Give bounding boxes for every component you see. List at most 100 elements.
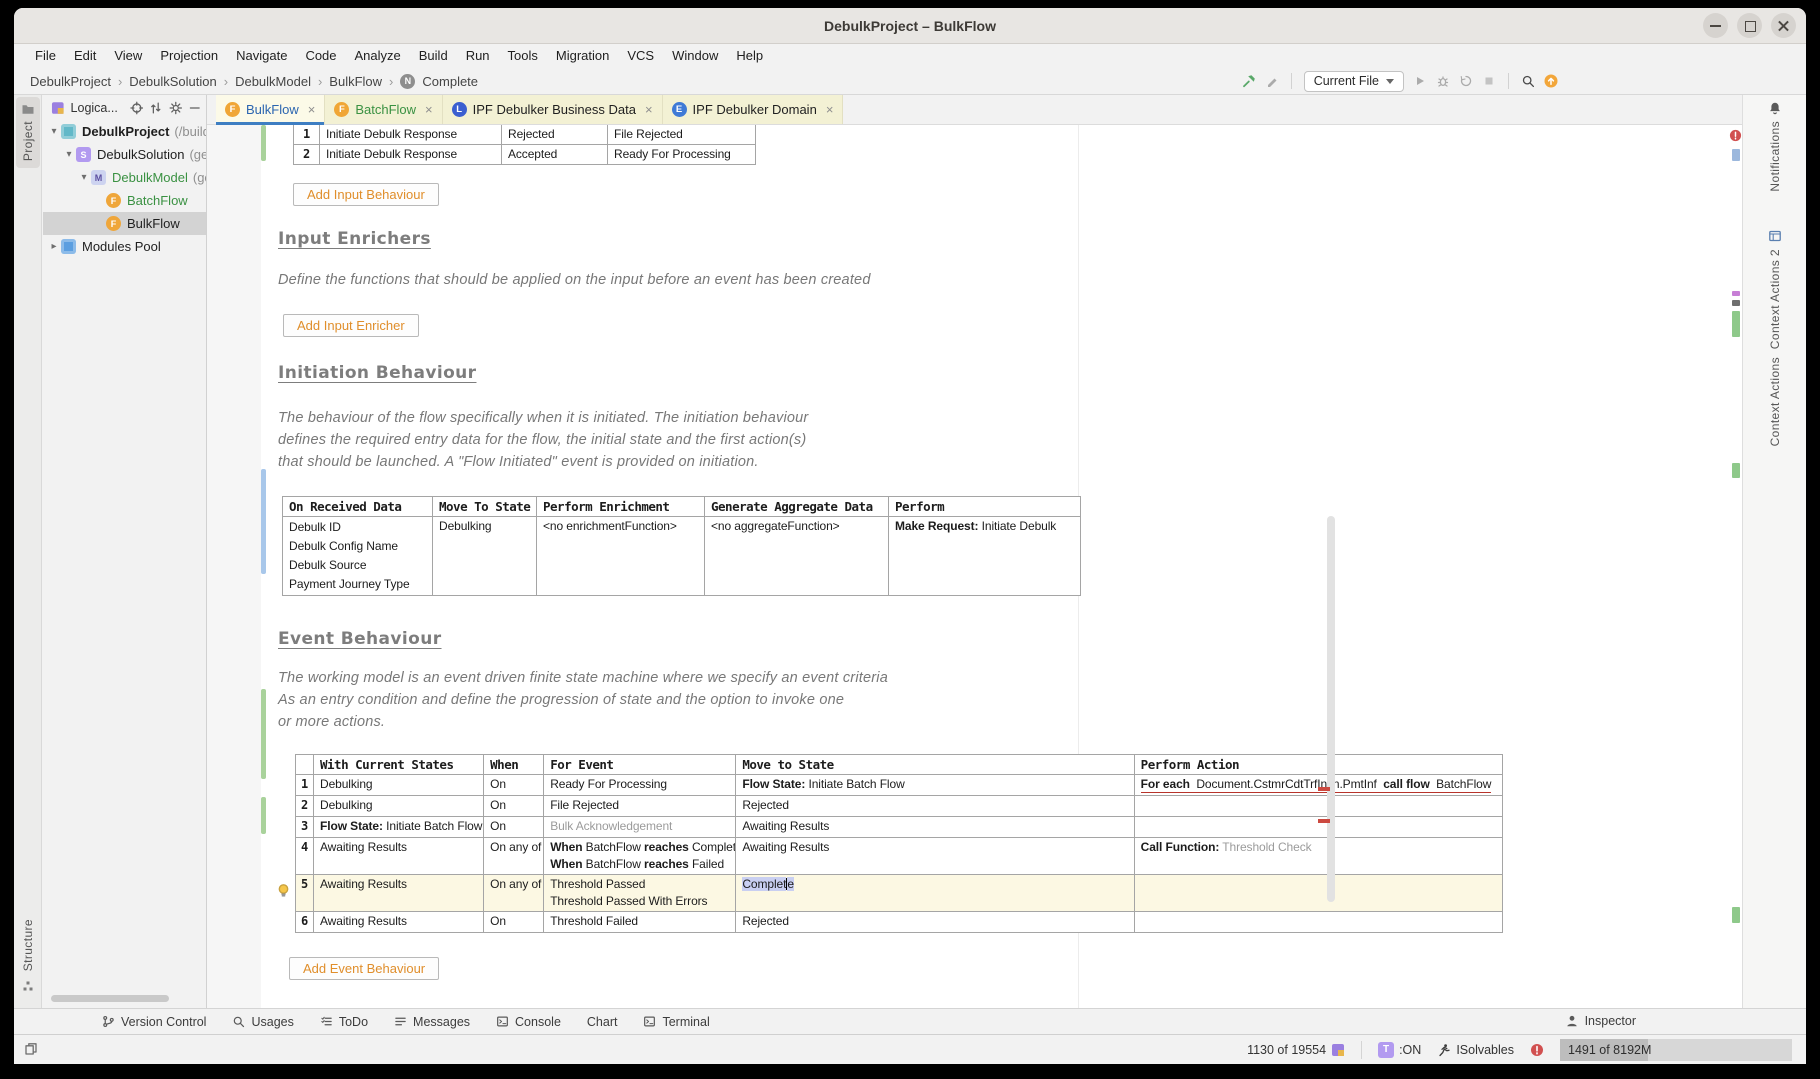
perform-action-cell[interactable] <box>1134 912 1502 933</box>
received-data-cell[interactable]: Debulk IDDebulk Config NameDebulk Source… <box>283 517 433 596</box>
current-states-cell[interactable]: Debulking <box>314 796 484 817</box>
close-icon[interactable]: × <box>308 102 316 117</box>
add-input-enricher-button[interactable]: Add Input Enricher <box>283 314 419 337</box>
close-icon[interactable]: × <box>826 102 834 117</box>
stop-icon[interactable] <box>1482 74 1496 88</box>
minimize-button[interactable] <box>1703 13 1728 38</box>
table-cell[interactable]: Initiate Debulk Response <box>320 125 502 145</box>
debug-icon[interactable] <box>1436 74 1450 88</box>
update-notification-icon[interactable] <box>1544 74 1558 88</box>
perform-action-cell[interactable] <box>1134 875 1502 912</box>
perform-action-cell[interactable]: Call Function: Threshold Check <box>1134 838 1502 875</box>
tab-ipf-debulker-domain[interactable]: EIPF Debulker Domain× <box>663 95 844 124</box>
for-event-cell[interactable]: Threshold Failed <box>544 912 736 933</box>
windows-icon[interactable] <box>24 1042 38 1056</box>
move-to-state-cell[interactable]: Awaiting Results <box>736 838 1134 875</box>
perform-action-cell[interactable] <box>1134 796 1502 817</box>
for-event-cell[interactable]: When BatchFlow reaches CompleteWhen Batc… <box>544 838 736 875</box>
menu-file[interactable]: File <box>26 44 65 68</box>
table-cell[interactable]: Ready For Processing <box>608 145 756 165</box>
breadcrumb-state[interactable]: Complete <box>420 74 480 89</box>
editor-scrollbar-thumb[interactable] <box>1327 516 1335 902</box>
coverage-icon[interactable] <box>1459 74 1473 88</box>
table-cell[interactable]: Accepted <box>502 145 608 165</box>
when-cell[interactable]: On any of <box>484 838 544 875</box>
add-input-behaviour-button[interactable]: Add Input Behaviour <box>293 183 439 206</box>
build-icon[interactable] <box>1242 74 1256 88</box>
toolwindow-terminal[interactable]: Terminal <box>643 1015 709 1029</box>
move-to-state-cell[interactable]: Rejected <box>736 796 1134 817</box>
search-everywhere-icon[interactable] <box>1521 74 1535 88</box>
current-states-cell[interactable]: Awaiting Results <box>314 838 484 875</box>
run-icon[interactable] <box>1413 74 1427 88</box>
tab-ipf-debulker-business-data[interactable]: LIPF Debulker Business Data× <box>443 95 663 124</box>
aggregate-cell[interactable]: <no aggregateFunction> <box>705 517 889 596</box>
close-button[interactable] <box>1771 13 1796 38</box>
toolwindow-todo[interactable]: ToDo <box>320 1015 368 1029</box>
move-to-state-cell[interactable]: Complete <box>736 875 1134 912</box>
menu-migration[interactable]: Migration <box>547 44 618 68</box>
menu-navigate[interactable]: Navigate <box>227 44 296 68</box>
sidebar-item-context-actions-2[interactable]: Context Actions 2 <box>1743 229 1806 349</box>
t-on-widget[interactable]: T :ON <box>1378 1042 1421 1058</box>
perform-action-cell[interactable]: For each Document.CstmrCdtTrfInitn.PmtIn… <box>1134 775 1502 796</box>
tab-batchflow[interactable]: FBatchFlow× <box>325 95 442 124</box>
menu-run[interactable]: Run <box>457 44 499 68</box>
for-event-cell[interactable]: File Rejected <box>544 796 736 817</box>
for-event-cell[interactable]: Threshold PassedThreshold Passed With Er… <box>544 875 736 912</box>
breadcrumb-item[interactable]: DebulkModel <box>233 74 313 89</box>
menu-view[interactable]: View <box>105 44 151 68</box>
breadcrumb-item[interactable]: DebulkProject <box>28 74 113 89</box>
menu-tools[interactable]: Tools <box>499 44 547 68</box>
menu-projection[interactable]: Projection <box>151 44 227 68</box>
for-event-cell[interactable]: Ready For Processing <box>544 775 736 796</box>
maximize-button[interactable] <box>1737 13 1762 38</box>
caret-position-widget[interactable]: 1130 of 19554 <box>1247 1043 1345 1057</box>
commit-icon[interactable] <box>1265 74 1279 88</box>
breadcrumb-item[interactable]: BulkFlow <box>327 74 384 89</box>
error-count-icon[interactable] <box>1530 1043 1544 1057</box>
for-event-cell[interactable]: Bulk Acknowledgement <box>544 817 736 838</box>
tab-bulkflow[interactable]: FBulkFlow× <box>216 95 325 124</box>
move-to-state-cell[interactable]: Rejected <box>736 912 1134 933</box>
enrichment-cell[interactable]: <no enrichmentFunction> <box>537 517 705 596</box>
toolwindow-version-control[interactable]: Version Control <box>102 1015 206 1029</box>
close-icon[interactable]: × <box>425 102 433 117</box>
move-to-state-cell[interactable]: Debulking <box>433 517 537 596</box>
table-cell[interactable]: 2 <box>294 145 320 165</box>
table-cell[interactable]: 1 <box>294 125 320 145</box>
when-cell[interactable]: On <box>484 817 544 838</box>
toolwindow-usages[interactable]: Usages <box>232 1015 293 1029</box>
when-cell[interactable]: On any of <box>484 875 544 912</box>
inspector-button[interactable]: Inspector <box>1565 1008 1636 1034</box>
current-states-cell[interactable]: Awaiting Results <box>314 912 484 933</box>
perform-cell[interactable]: Make Request: Initiate Debulk <box>889 517 1081 596</box>
when-cell[interactable]: On <box>484 796 544 817</box>
breadcrumb-item[interactable]: DebulkSolution <box>127 74 218 89</box>
when-cell[interactable]: On <box>484 775 544 796</box>
menu-window[interactable]: Window <box>663 44 727 68</box>
sidebar-item-context-actions[interactable]: Context Actions <box>1743 357 1806 446</box>
add-event-behaviour-button[interactable]: Add Event Behaviour <box>289 957 439 980</box>
table-cell[interactable]: File Rejected <box>608 125 756 145</box>
isolvables-widget[interactable]: ISolvables <box>1437 1043 1514 1057</box>
menu-build[interactable]: Build <box>410 44 457 68</box>
menu-edit[interactable]: Edit <box>65 44 105 68</box>
memory-indicator[interactable]: 1491 of 8192M <box>1560 1039 1792 1061</box>
intention-bulb-icon[interactable] <box>276 883 291 898</box>
current-states-cell[interactable]: Flow State: Initiate Batch Flow <box>314 817 484 838</box>
current-states-cell[interactable]: Awaiting Results <box>314 875 484 912</box>
menu-code[interactable]: Code <box>296 44 345 68</box>
toolwindow-chart[interactable]: Chart <box>587 1015 618 1029</box>
menu-help[interactable]: Help <box>727 44 772 68</box>
run-configuration-select[interactable]: Current File <box>1304 71 1404 92</box>
move-to-state-cell[interactable]: Flow State: Initiate Batch Flow <box>736 775 1134 796</box>
table-cell[interactable]: Rejected <box>502 125 608 145</box>
when-cell[interactable]: On <box>484 912 544 933</box>
current-states-cell[interactable]: Debulking <box>314 775 484 796</box>
move-to-state-cell[interactable]: Awaiting Results <box>736 817 1134 838</box>
toolwindow-console[interactable]: Console <box>496 1015 561 1029</box>
menu-vcs[interactable]: VCS <box>618 44 663 68</box>
toolwindow-messages[interactable]: Messages <box>394 1015 470 1029</box>
close-icon[interactable]: × <box>645 102 653 117</box>
